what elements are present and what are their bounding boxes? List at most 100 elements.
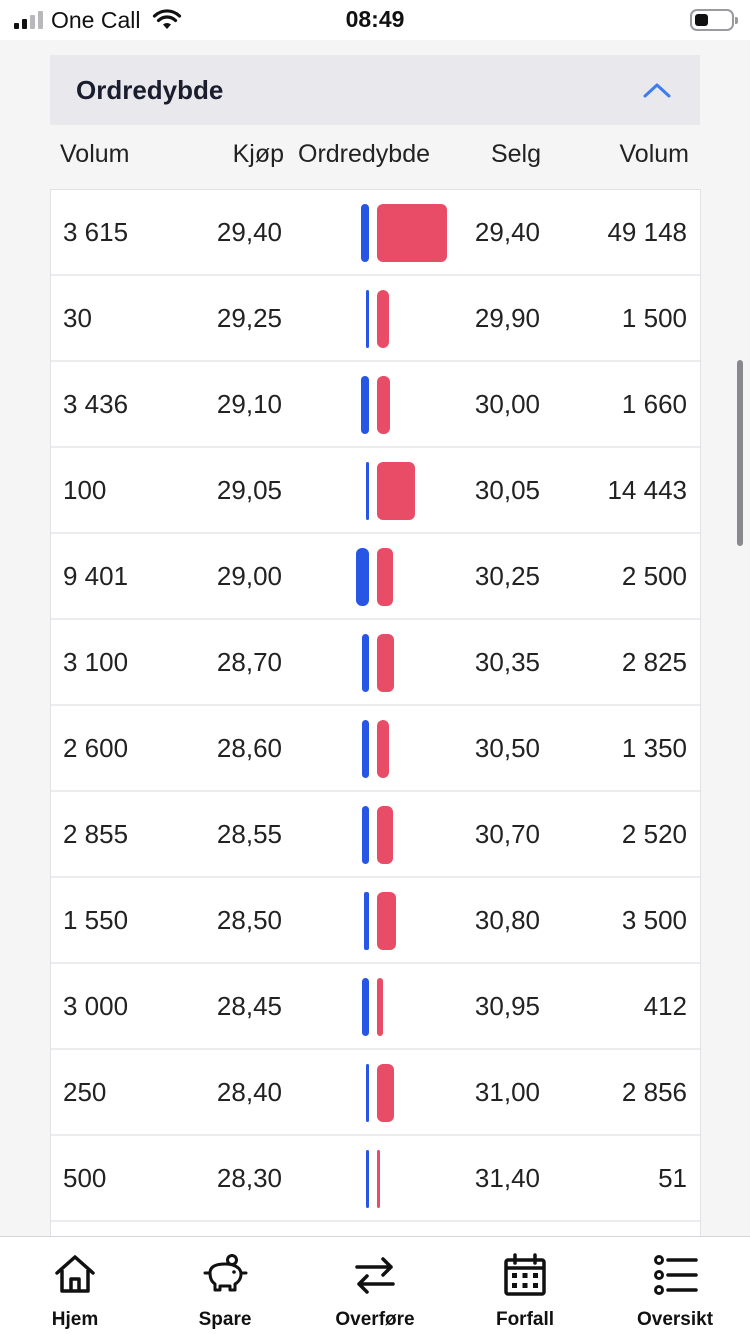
buy-depth-bar — [360, 204, 369, 262]
sell-volume-cell: 412 — [643, 991, 687, 1021]
ask-price-cell: 30,25 — [474, 561, 540, 591]
tab-hjem[interactable]: Hjem — [0, 1237, 150, 1334]
buy-depth-bar — [356, 548, 369, 606]
table-row: 500 28,30 31,40 51 — [51, 1136, 700, 1222]
header-depth: Ordredybde — [298, 140, 431, 168]
depth-bars — [51, 620, 700, 704]
tab-label: Oversikt — [636, 1309, 714, 1330]
sell-depth-bar — [377, 548, 393, 606]
sell-depth-bar — [377, 290, 390, 348]
battery-icon — [690, 9, 738, 31]
buy-depth-bar — [361, 376, 369, 434]
buy-volume-cell: 1 550 — [63, 905, 129, 935]
depth-bars — [51, 792, 700, 876]
status-bar: One Call 08:49 — [0, 0, 750, 40]
depth-bars — [51, 534, 700, 618]
sell-depth-bar — [377, 634, 394, 692]
tab-overfore[interactable]: Overføre — [300, 1237, 450, 1334]
sell-volume-cell: 1 350 — [621, 733, 687, 763]
sell-depth-bar — [377, 204, 447, 262]
buy-volume-cell: 9 401 — [63, 561, 129, 591]
buy-volume-cell: 3 000 — [63, 991, 129, 1021]
buy-volume-cell: 30 — [63, 303, 92, 333]
scrollbar[interactable] — [737, 360, 743, 546]
table-row: 2 855 28,55 30,70 2 520 — [51, 792, 700, 878]
order-depth-panel-header[interactable]: Ordredybde — [50, 55, 700, 125]
list-icon — [654, 1255, 698, 1295]
table-row: 3 615 29,40 29,40 49 148 — [51, 190, 700, 276]
table-row: 3 000 28,45 30,95 412 — [51, 964, 700, 1050]
sell-depth-bar — [377, 892, 396, 950]
piggy-bank-icon — [203, 1254, 248, 1292]
sell-depth-bar — [377, 1150, 380, 1208]
buy-volume-cell: 2 855 — [63, 819, 129, 849]
sell-depth-bar — [377, 720, 389, 778]
tab-oversikt[interactable]: Oversikt — [600, 1237, 750, 1334]
buy-volume-cell: 2 600 — [63, 733, 129, 763]
ask-price-cell: 30,70 — [474, 819, 540, 849]
table-row: 1 550 28,50 30,80 3 500 — [51, 878, 700, 964]
table-row: 2 600 28,60 30,50 1 350 — [51, 706, 700, 792]
buy-depth-bar — [363, 892, 369, 950]
table-row: 250 28,40 31,00 2 856 — [51, 1050, 700, 1136]
depth-bars — [51, 1136, 700, 1220]
bottom-tab-bar: Hjem Spare Overføre Forfall Oversikt — [0, 1236, 750, 1334]
buy-volume-cell: 100 — [63, 475, 107, 505]
tab-label: Overføre — [335, 1309, 415, 1330]
ask-price-cell: 30,80 — [474, 905, 540, 935]
sell-volume-cell: 3 500 — [621, 905, 687, 935]
depth-bars — [51, 1050, 700, 1134]
ask-price-cell: 29,40 — [474, 217, 540, 247]
sell-volume-cell: 1 660 — [621, 389, 687, 419]
calendar-icon — [504, 1253, 546, 1296]
ask-price-cell: 29,90 — [474, 303, 540, 333]
depth-bars — [51, 964, 700, 1048]
table-row: 3 100 28,70 30,35 2 825 — [51, 620, 700, 706]
bid-price-cell: 28,55 — [216, 819, 282, 849]
ask-price-cell: 30,35 — [474, 647, 540, 677]
bid-price-cell: 28,60 — [216, 733, 282, 763]
ask-price-cell: 30,00 — [474, 389, 540, 419]
sell-volume-cell: 14 443 — [607, 475, 687, 505]
buy-depth-bar — [362, 720, 369, 778]
ask-price-cell: 30,50 — [474, 733, 540, 763]
buy-depth-bar — [366, 290, 369, 348]
buy-depth-bar — [361, 806, 369, 864]
depth-bars — [51, 706, 700, 790]
depth-bars — [51, 362, 700, 446]
tab-forfall[interactable]: Forfall — [450, 1237, 600, 1334]
header-sell-volume: Volum — [619, 140, 689, 168]
buy-depth-bar — [366, 462, 369, 520]
ask-price-cell: 31,40 — [474, 1163, 540, 1193]
depth-bars — [51, 878, 700, 962]
bid-price-cell: 28,50 — [216, 905, 282, 935]
order-depth-table: 3 615 29,40 29,40 49 148 30 29,25 29,90 1 500 3 … — [50, 189, 701, 1243]
bid-price-cell: 29,40 — [216, 217, 282, 247]
sell-volume-cell: 49 148 — [607, 217, 687, 247]
buy-volume-cell: 250 — [63, 1077, 107, 1107]
sell-volume-cell: 2 825 — [621, 647, 687, 677]
transfer-arrows-icon — [355, 1257, 395, 1294]
sell-volume-cell: 2 856 — [621, 1077, 687, 1107]
panel-title: Ordredybde — [76, 74, 224, 105]
depth-bars — [51, 276, 700, 360]
sell-depth-bar — [377, 462, 415, 520]
sell-depth-bar — [377, 806, 393, 864]
buy-depth-bar — [366, 1150, 369, 1208]
bid-price-cell: 28,30 — [216, 1163, 282, 1193]
ask-price-cell: 30,95 — [474, 991, 540, 1021]
buy-depth-bar — [361, 978, 369, 1036]
sell-volume-cell: 51 — [658, 1163, 687, 1193]
tab-label: Forfall — [495, 1309, 555, 1330]
tab-spare[interactable]: Spare — [150, 1237, 300, 1334]
chevron-up-icon[interactable] — [640, 73, 674, 107]
bid-price-cell: 29,05 — [216, 475, 282, 505]
buy-volume-cell: 3 436 — [63, 389, 129, 419]
buy-volume-cell: 500 — [63, 1163, 107, 1193]
sell-depth-bar — [377, 376, 390, 434]
ask-price-cell: 30,05 — [474, 475, 540, 505]
sell-volume-cell: 2 520 — [621, 819, 687, 849]
bid-price-cell: 28,70 — [216, 647, 282, 677]
table-row: 100 29,05 30,05 14 443 — [51, 448, 700, 534]
bid-price-cell: 29,10 — [216, 389, 282, 419]
